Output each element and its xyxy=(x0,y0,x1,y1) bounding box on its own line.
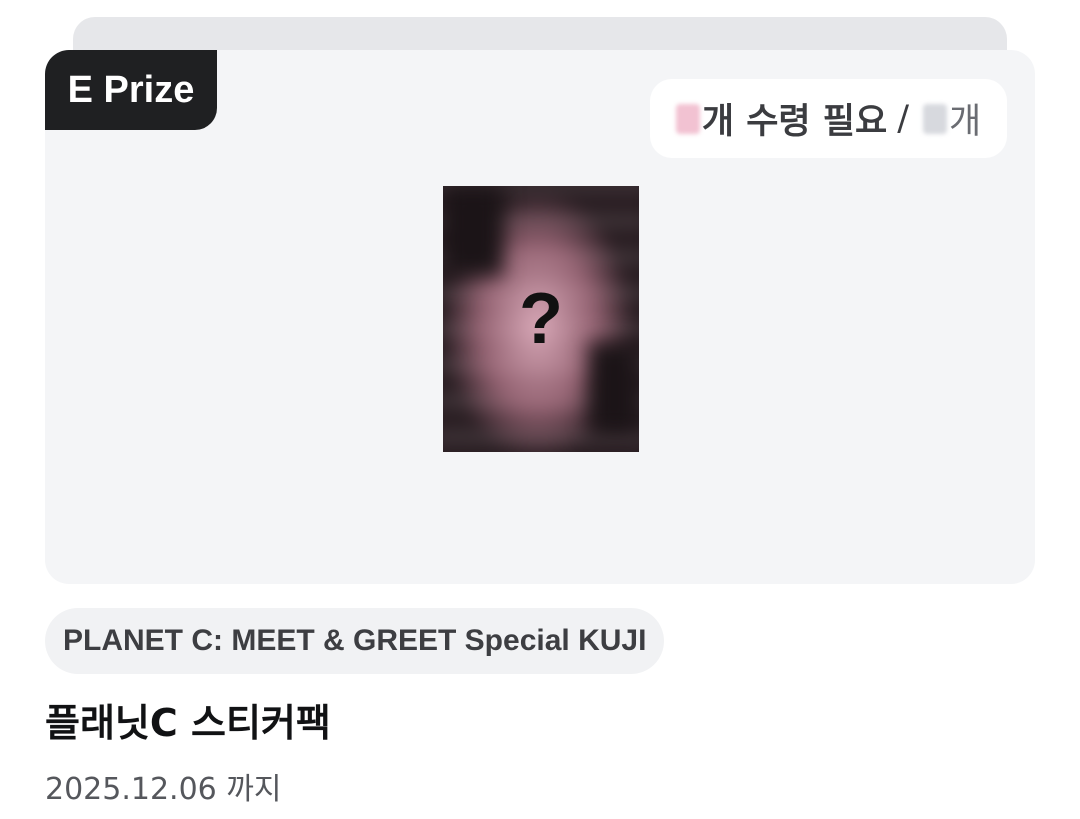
total-unit-label: 개 xyxy=(948,102,982,142)
prize-grade-label: E Prize xyxy=(67,68,195,111)
count-separator: / xyxy=(897,98,909,139)
mystery-prize-image: ? xyxy=(443,186,639,452)
prize-card[interactable]: E Prize 개 수령 필요 / 개 ? xyxy=(45,50,1035,584)
prize-deadline: 2025.12.06 까지 xyxy=(45,772,282,807)
redacted-count xyxy=(675,103,700,134)
redacted-total xyxy=(922,103,947,134)
remaining-count-pill: 개 수령 필요 / 개 xyxy=(650,79,1007,158)
prize-title: 플래닛C 스티커팩 xyxy=(45,701,331,745)
need-count-label: 개 수령 필요 xyxy=(701,102,888,142)
prize-grade-tag: E Prize xyxy=(45,50,217,130)
question-mark-icon: ? xyxy=(519,279,563,359)
lineup-label: PLANET C: MEET & GREET Special KUJI xyxy=(63,624,647,657)
lineup-chip: PLANET C: MEET & GREET Special KUJI xyxy=(45,608,665,674)
